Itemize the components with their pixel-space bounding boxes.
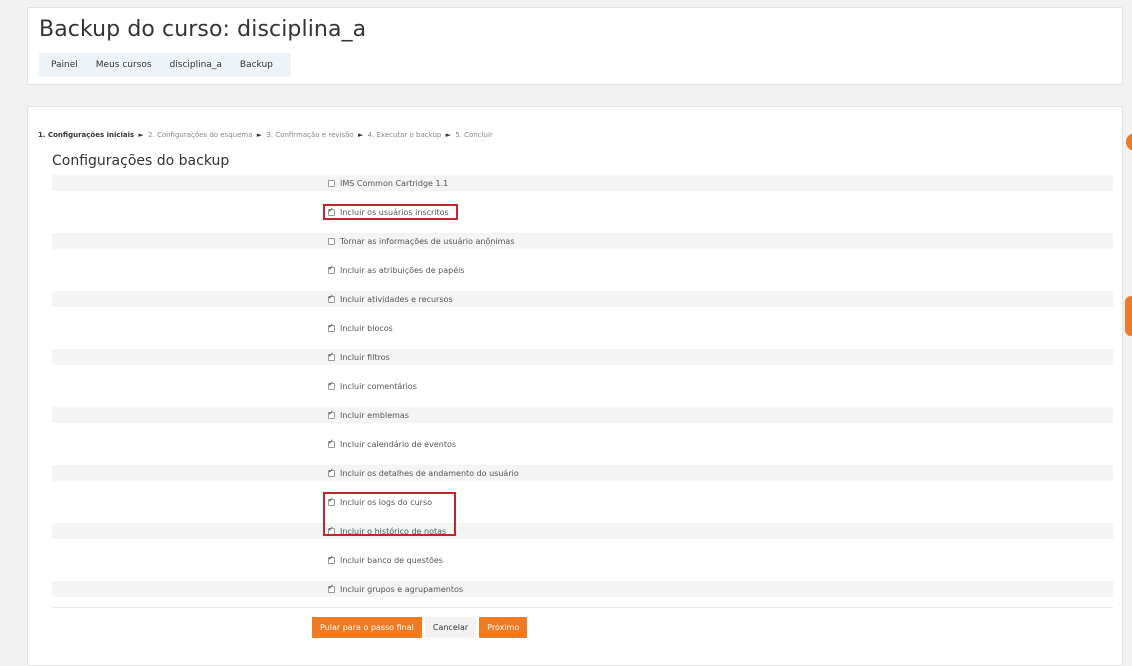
setting-row: Incluir blocos [52,315,1113,344]
step-3: 3. Confirmação e revisão [266,131,354,139]
setting-label: Incluir emblemas [340,410,409,420]
step-arrow-icon: ► [138,131,144,139]
setting-label: Incluir comentários [340,381,417,391]
checkbox[interactable] [328,237,335,245]
setting-row: Incluir banco de questões [52,547,1113,576]
side-drawer-tab[interactable] [1126,133,1132,151]
checkbox[interactable] [328,380,335,390]
checkbox[interactable] [328,351,335,361]
setting-row: Incluir emblemas [52,402,1113,431]
checkbox[interactable] [328,179,335,187]
setting-label: Incluir calendário de eventos [340,439,457,449]
highlight-box [323,492,456,536]
checkbox[interactable] [328,409,335,419]
setting-row: Incluir calendário de eventos [52,431,1113,460]
checkbox[interactable] [328,583,335,593]
step-1-current: 1. Configurações iniciais [38,131,135,139]
breadcrumb-painel[interactable]: Painel [42,60,87,70]
setting-row: Incluir comentários [52,373,1113,402]
setting-row: Incluir os usuários inscritos [52,199,1113,228]
step-4: 4. Executar o backup [367,131,442,139]
form-divider [52,607,1113,608]
setting-role-assignments[interactable]: Incluir as atribuições de papéis [328,262,465,278]
setting-label: Incluir os detalhes de andamento do usuá… [340,468,519,478]
backup-progress-steps: 1. Configurações iniciais ► 2. Configura… [38,131,493,139]
highlight-box [323,204,458,220]
checkbox[interactable] [328,467,335,477]
setting-label: Incluir atividades e recursos [340,294,453,304]
next-button[interactable]: Próximo [479,617,528,638]
setting-filters[interactable]: Incluir filtros [328,349,390,365]
setting-calendar-events[interactable]: Incluir calendário de eventos [328,436,456,452]
breadcrumb-meus-cursos[interactable]: Meus cursos [87,60,161,70]
setting-question-bank[interactable]: Incluir banco de questões [328,552,443,568]
setting-anonymize[interactable]: Tornar as informações de usuário anônima… [328,233,515,249]
setting-row: Incluir o histórico de notas [52,518,1113,547]
setting-row: Incluir atividades e recursos [52,286,1113,315]
step-arrow-icon: ► [256,131,263,139]
setting-user-completion[interactable]: Incluir os detalhes de andamento do usuá… [328,465,519,481]
setting-activities[interactable]: Incluir atividades e recursos [328,291,453,307]
step-2: 2. Configurações do esquema [148,131,253,139]
setting-label: Incluir banco de questões [340,555,443,565]
checkbox[interactable] [328,293,335,303]
setting-label: Incluir grupos e agrupamentos [340,584,464,594]
checkbox[interactable] [328,264,335,274]
setting-blocks[interactable]: Incluir blocos [328,320,393,336]
step-arrow-icon: ► [445,131,451,139]
setting-ims-cc[interactable]: IMS Common Cartridge 1.1 [328,175,448,191]
setting-row: Incluir as atribuições de papéis [52,257,1113,286]
setting-row: Incluir filtros [52,344,1113,373]
breadcrumb-backup[interactable]: Backup [231,60,282,70]
backup-form-card: 1. Configurações iniciais ► 2. Configura… [27,106,1123,666]
setting-comments[interactable]: Incluir comentários [328,378,417,394]
checkbox[interactable] [328,554,335,564]
step-arrow-icon: ► [357,131,364,139]
section-title: Configurações do backup [52,153,230,169]
setting-row: Incluir os logs do curso [52,489,1113,518]
page-title: Backup do curso: disciplina_a [39,17,367,42]
setting-label: Incluir blocos [340,323,393,333]
setting-label: Incluir as atribuições de papéis [340,265,465,275]
setting-row: Incluir grupos e agrupamentos [52,576,1113,605]
breadcrumb: Painel Meus cursos disciplina_a Backup [39,53,291,77]
skip-to-final-button[interactable]: Pular para o passo final [312,617,422,638]
setting-row: Incluir os detalhes de andamento do usuá… [52,460,1113,489]
backup-settings-list: IMS Common Cartridge 1.1 Incluir os usuá… [52,170,1113,605]
setting-label: IMS Common Cartridge 1.1 [340,178,449,188]
setting-label: Incluir filtros [340,352,390,362]
setting-row: Tornar as informações de usuário anônima… [52,228,1113,257]
checkbox[interactable] [328,438,335,448]
cancel-button[interactable]: Cancelar [424,617,477,638]
setting-label: Tornar as informações de usuário anônima… [340,236,515,246]
step-5: 5. Concluir [455,131,493,139]
setting-row: IMS Common Cartridge 1.1 [52,170,1113,199]
setting-groups[interactable]: Incluir grupos e agrupamentos [328,581,463,597]
page-header: Backup do curso: disciplina_a Painel Meu… [27,7,1123,85]
side-drawer-tab[interactable] [1125,296,1132,336]
breadcrumb-course[interactable]: disciplina_a [161,60,231,70]
checkbox[interactable] [328,322,335,332]
setting-badges[interactable]: Incluir emblemas [328,407,409,423]
form-actions: Pular para o passo final Cancelar Próxim… [312,617,528,638]
